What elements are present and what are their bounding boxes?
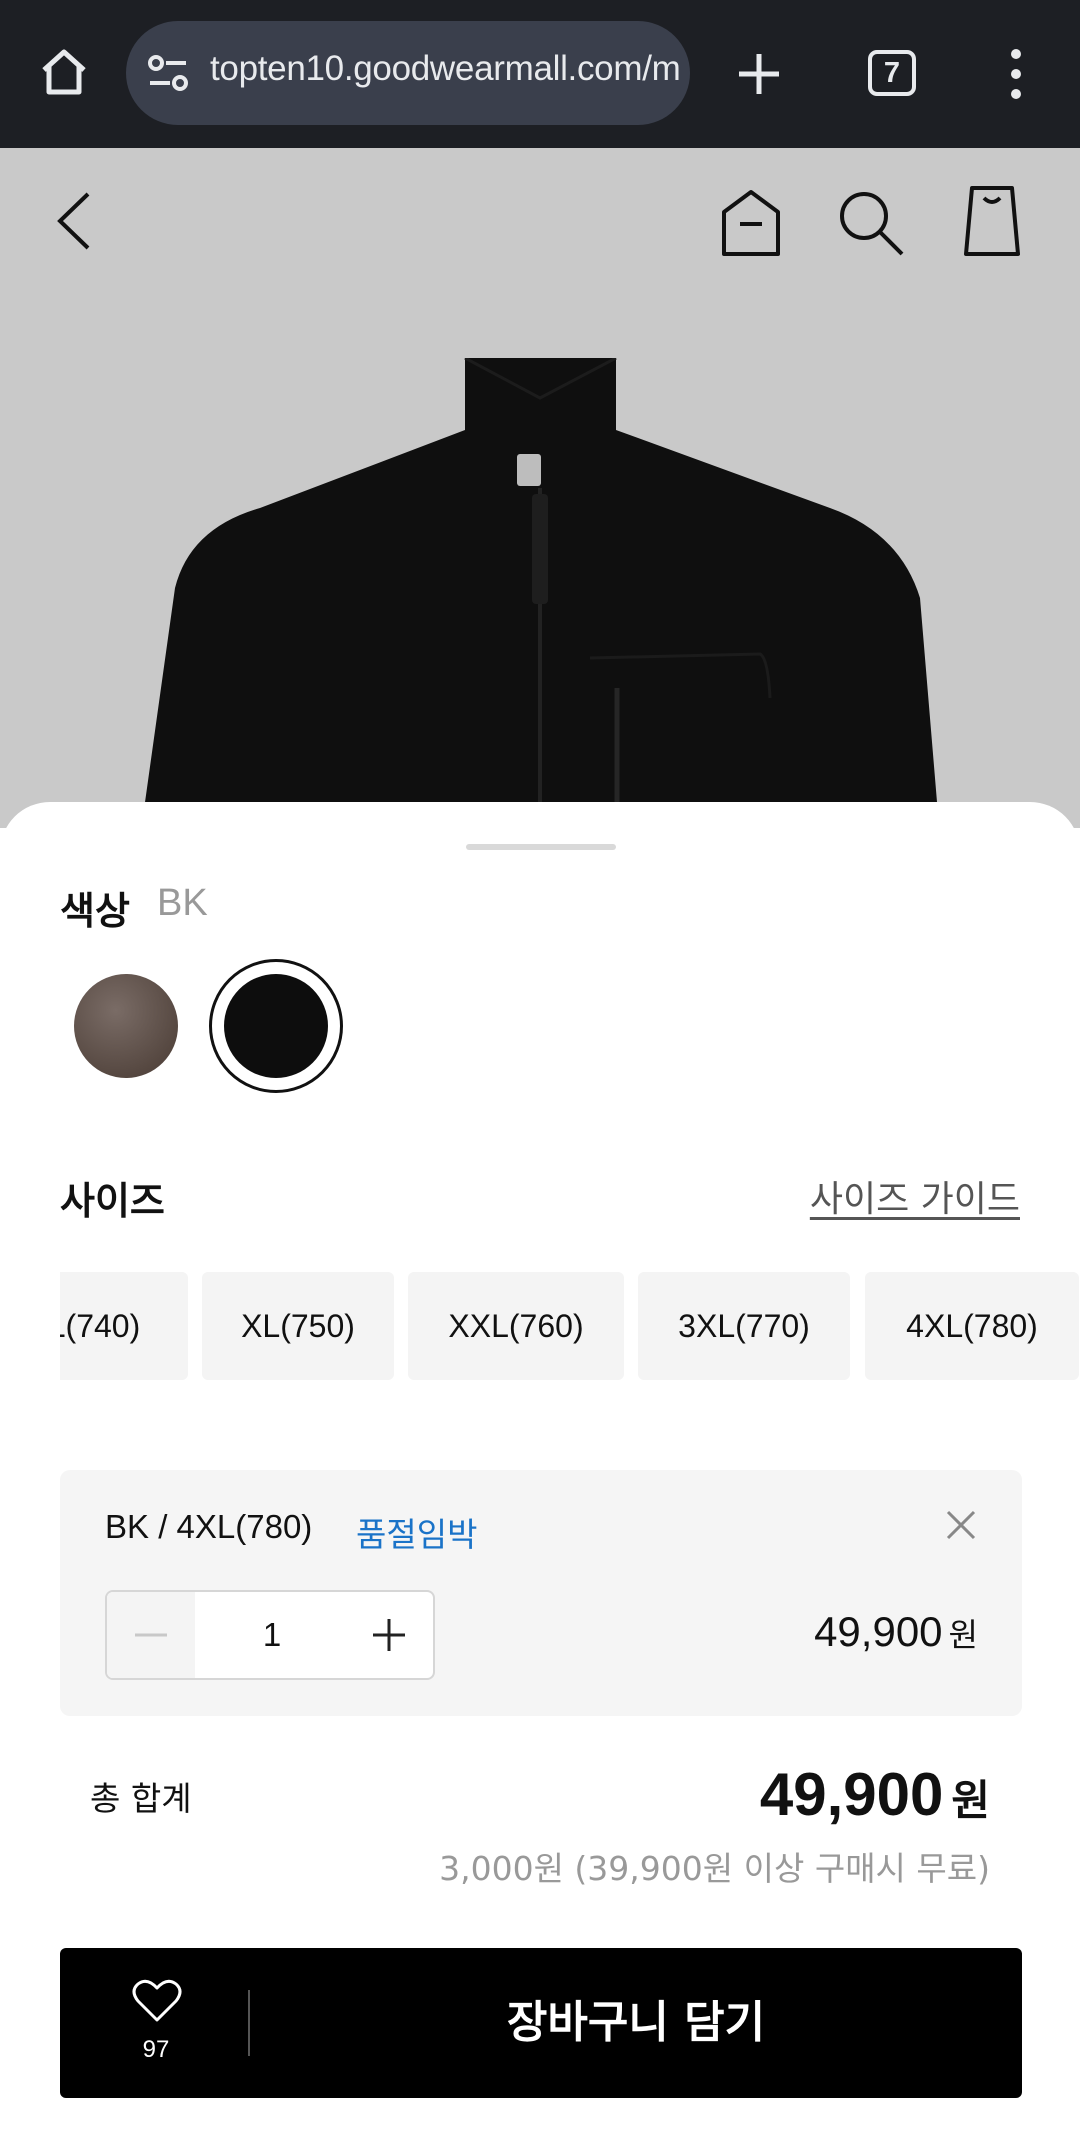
browser-toolbar: topten10.goodwearmall.com/m 7 — [0, 0, 1080, 148]
store-icon[interactable] — [720, 188, 782, 258]
low-stock-badge: 품절임박 — [356, 1515, 478, 1554]
search-icon[interactable] — [836, 188, 906, 258]
size-option[interactable]: XL(750) — [202, 1272, 394, 1380]
total-label: 총 합계 — [90, 1779, 192, 1818]
shopping-bag-icon[interactable] — [962, 184, 1022, 258]
quantity-stepper: 1 — [105, 1590, 435, 1680]
size-option[interactable]: L(740) — [60, 1272, 188, 1380]
option-bottom-sheet: 색상 BK 사이즈 사이즈 가이드 L(740) XL(750) XXL(760… — [0, 802, 1080, 2140]
add-to-cart-button[interactable]: 장바구니 담기 — [250, 1948, 1022, 2098]
size-guide-link[interactable]: 사이즈 가이드 — [810, 1170, 1020, 1222]
color-swatch-brown[interactable] — [74, 974, 178, 1078]
option-price: 49,900 원 — [814, 1608, 978, 1656]
selected-color-value: BK — [157, 882, 208, 924]
total-price-value: 49,900 — [759, 1761, 944, 1828]
tab-switcher-button[interactable]: 7 — [868, 50, 916, 96]
more-menu-icon[interactable] — [1004, 48, 1028, 100]
size-option[interactable]: 3XL(770) — [638, 1272, 850, 1380]
size-option[interactable]: XXL(760) — [408, 1272, 624, 1380]
like-button[interactable]: 97 — [128, 1978, 184, 2068]
shipping-fee-note: 3,000원 (39,900원 이상 구매시 무료) — [439, 1849, 990, 1888]
new-tab-icon[interactable] — [735, 50, 783, 98]
site-settings-icon[interactable] — [146, 53, 190, 93]
url-text: topten10.goodwearmall.com/m — [210, 49, 681, 88]
heart-icon — [132, 1979, 182, 2022]
size-title: 사이즈 — [60, 1179, 165, 1223]
increase-quantity-button[interactable] — [345, 1592, 433, 1678]
decrease-quantity-button[interactable] — [107, 1592, 195, 1678]
total-price-unit: 원 — [951, 1777, 990, 1824]
selected-option-box: BK / 4XL(780) 품절임박 1 49,900 원 — [60, 1470, 1022, 1716]
like-count: 97 — [142, 2036, 170, 2063]
color-title: 색상 — [60, 889, 130, 933]
option-price-value: 49,900 — [814, 1608, 943, 1655]
total-price: 49,900 원 — [760, 1760, 990, 1829]
size-options-scroller[interactable]: L(740) XL(750) XXL(760) 3XL(770) 4XL(780… — [60, 1272, 1080, 1380]
home-icon[interactable] — [36, 44, 92, 100]
sheet-drag-handle[interactable] — [466, 844, 616, 850]
color-swatch-black[interactable] — [224, 974, 328, 1078]
option-price-unit: 원 — [948, 1617, 978, 1653]
close-icon[interactable] — [944, 1508, 978, 1542]
product-image-area — [0, 148, 1080, 828]
address-bar[interactable]: topten10.goodwearmall.com/m — [126, 21, 690, 125]
selected-option-name: BK / 4XL(780) — [105, 1508, 313, 1545]
add-to-cart-bar: 97 장바구니 담기 — [60, 1948, 1022, 2098]
quantity-value[interactable]: 1 — [195, 1592, 349, 1678]
size-option[interactable]: 4XL(780) — [865, 1272, 1079, 1380]
back-arrow-icon[interactable] — [50, 188, 100, 254]
product-photo — [141, 358, 940, 828]
